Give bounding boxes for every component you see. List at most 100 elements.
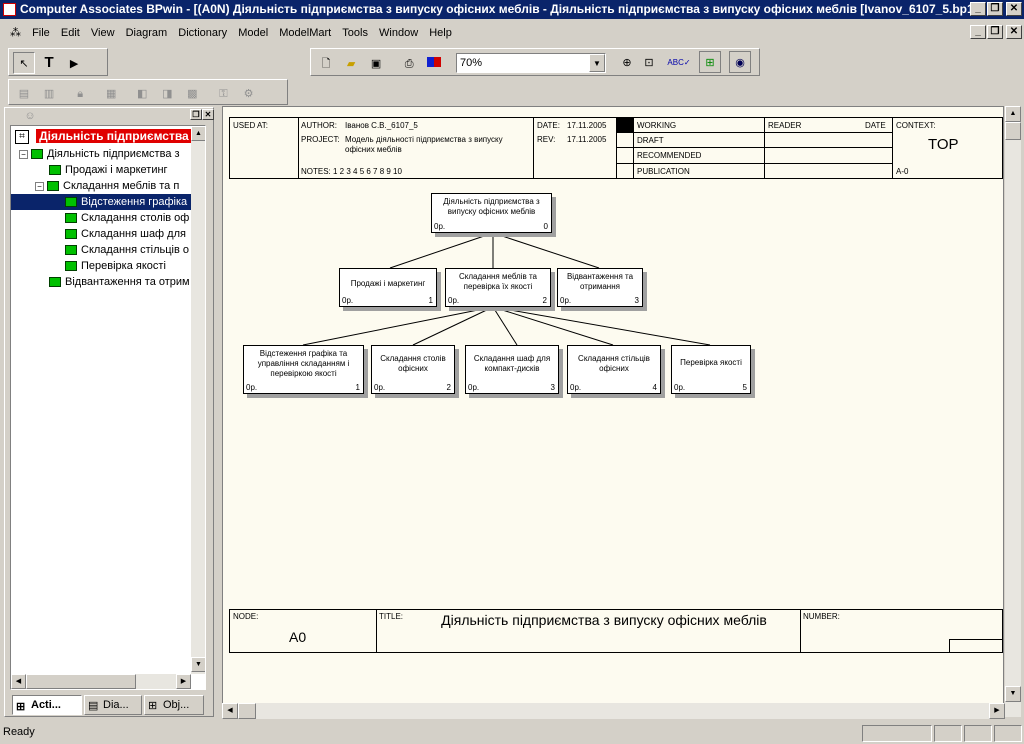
scroll-left-icon[interactable]: ◀ [11, 674, 26, 689]
mdi-close-button[interactable]: ✕ [1006, 25, 1022, 39]
diagram-root-icon: ⌗ [15, 130, 29, 145]
activity-icon [65, 245, 77, 256]
scroll-left-icon[interactable]: ◀ [222, 703, 238, 719]
activity-node-a24[interactable]: Складання стільців офісних 0р. 4 [567, 345, 661, 394]
print-icon[interactable]: ⎙ [398, 54, 420, 76]
scroll-right-icon[interactable]: ▶ [176, 674, 191, 689]
scroll-thumb[interactable] [1005, 122, 1021, 140]
tree-vscrollbar[interactable]: ▲ ▼ [191, 126, 205, 674]
tree-item-selected[interactable]: Відстеження графіка [11, 194, 205, 210]
zoom-in-icon[interactable]: ⊕ [616, 51, 638, 73]
status-pane [994, 725, 1022, 742]
tree-hscrollbar[interactable]: ◀ ▶ [11, 674, 191, 689]
new-file-icon[interactable]: 🗋 [315, 54, 337, 76]
number-label: NUMBER: [803, 612, 840, 621]
grid-icon: ▩ [187, 87, 198, 100]
menu-diagram[interactable]: Diagram [122, 23, 172, 43]
activities-icon: ⊞ [16, 701, 26, 713]
scroll-up-icon[interactable]: ▲ [191, 126, 205, 141]
menu-edit[interactable]: Edit [57, 23, 84, 43]
collapse-icon[interactable]: − [35, 181, 44, 191]
panel-close-button[interactable]: ✕ [202, 109, 214, 120]
activity-node-a22[interactable]: Складання столів офісних 0р. 2 [371, 345, 455, 394]
tab-objects[interactable]: ⊞ Obj... [144, 695, 204, 715]
tree-item-label: Складання столів оф [81, 212, 190, 224]
tree-item[interactable]: Складання шаф для [65, 226, 186, 242]
play-tool-icon[interactable]: ▶ [63, 52, 85, 74]
activity-node-a1[interactable]: Продажі і маркетинг 0р. 1 [339, 268, 437, 307]
tree-item[interactable]: Складання стільців о [65, 242, 189, 258]
modelmart-toolbar: ▤ ▥ 🔒︎ ▦ ◧ ◨ ▩ ⚿ ⚙ ☺ [8, 79, 288, 122]
chevron-down-icon[interactable]: ▼ [589, 54, 605, 72]
menu-help[interactable]: Help [425, 23, 456, 43]
connect-icon: ▤ [18, 87, 30, 100]
mdi-minimize-button[interactable]: _ [970, 25, 986, 39]
spellcheck-icon[interactable]: ABC✓ [667, 51, 690, 73]
menu-model[interactable]: Model [234, 23, 272, 43]
activity-node-a3[interactable]: Відвантаження та отримання 0р. 3 [557, 268, 643, 307]
node-label: NODE: [233, 612, 259, 621]
tree-item-label: Перевірка якості [81, 260, 166, 272]
activity-node-a0[interactable]: Діяльність підприємства з випуску офісни… [431, 193, 552, 233]
tab-diagrams[interactable]: ▤ Dia... [84, 695, 142, 715]
activity-icon [49, 165, 61, 176]
tree-item-label: Відвантаження та отрим [65, 276, 190, 288]
tree-item[interactable]: Продажі і маркетинг [49, 162, 168, 178]
menu-tools[interactable]: Tools [338, 23, 372, 43]
status-text: Ready [3, 726, 35, 738]
close-button[interactable]: ✕ [1006, 2, 1022, 16]
tools-toolbar: ↖ T ▶ ↺ [8, 48, 108, 94]
library-icon: ▦ [105, 87, 117, 100]
scroll-down-icon[interactable]: ▼ [1005, 686, 1021, 702]
tree-item[interactable]: Перевірка якості [65, 258, 166, 274]
mdi-restore-button[interactable]: ❐ [987, 25, 1003, 39]
activity-node-a2[interactable]: Складання меблів та перевірка їх якості … [445, 268, 551, 307]
scroll-thumb[interactable] [238, 703, 256, 719]
modelmart-icon[interactable]: ◉ [729, 51, 751, 73]
tab-activities[interactable]: ⊞ Acti... [12, 695, 82, 715]
diagram-canvas[interactable]: USED AT: AUTHOR: Іванов С.В._6107_5 PROJ… [222, 106, 1004, 717]
menu-modelmart[interactable]: ModelMart [275, 23, 335, 43]
security-icon: ⚿ [219, 87, 228, 100]
restore-button[interactable]: ❐ [987, 2, 1003, 16]
scroll-right-icon[interactable]: ▶ [989, 703, 1005, 719]
tree-item[interactable]: − Діяльність підприємства з [19, 146, 180, 162]
menu-view[interactable]: View [87, 23, 119, 43]
canvas-hscrollbar[interactable]: ◀ ▶ [222, 703, 1005, 719]
minimize-button[interactable]: _ [970, 2, 986, 16]
tree-item[interactable]: − Складання меблів та п [35, 178, 179, 194]
open-folder-icon[interactable]: ▰ [340, 53, 362, 75]
activity-icon [49, 277, 61, 288]
menu-file[interactable]: File [28, 23, 54, 43]
save-icon[interactable]: ▣ [365, 53, 387, 75]
status-pane [964, 725, 992, 742]
scroll-thumb[interactable] [26, 674, 136, 689]
tree-item[interactable]: Відвантаження та отрим [49, 274, 190, 290]
menu-window[interactable]: Window [375, 23, 422, 43]
menu-bar: ⁂ File Edit View Diagram Dictionary Mode… [0, 23, 1024, 43]
panel-restore-button[interactable]: ❐ [190, 109, 202, 120]
canvas-vscrollbar[interactable]: ▲ ▼ [1005, 106, 1021, 717]
model-explorer-icon[interactable]: ⊞ [699, 51, 721, 73]
activity-icon [65, 213, 77, 224]
color-icon[interactable] [423, 51, 445, 73]
version-icon: ◨ [162, 87, 173, 100]
activity-node-a21[interactable]: Відстеження графіка та управління склада… [243, 345, 364, 394]
activity-node-a25[interactable]: Перевірка якості 0р. 5 [671, 345, 751, 394]
scroll-down-icon[interactable]: ▼ [191, 657, 205, 672]
tree-item[interactable]: Складання столів оф [65, 210, 189, 226]
menu-dictionary[interactable]: Dictionary [174, 23, 231, 43]
zoom-fit-icon[interactable]: ⊡ [638, 51, 660, 73]
status-pane [934, 725, 962, 742]
status-bar: Ready [0, 723, 1024, 744]
mdi-icon[interactable]: ⁂ [0, 23, 25, 43]
pointer-tool-icon[interactable]: ↖ [13, 52, 35, 74]
collapse-icon[interactable]: − [19, 149, 28, 159]
activity-node-a23[interactable]: Складання шаф для компакт-дисків 0р. 3 [465, 345, 559, 394]
zoom-select[interactable]: 70% ▼ [456, 53, 606, 73]
title-label: TITLE: [379, 612, 404, 621]
tree-root[interactable]: ⌗ Діяльність підприємства [15, 128, 192, 145]
scroll-up-icon[interactable]: ▲ [1005, 106, 1021, 122]
tree-item-label: Діяльність підприємства з [47, 148, 180, 160]
text-tool-icon[interactable]: T [38, 51, 60, 73]
